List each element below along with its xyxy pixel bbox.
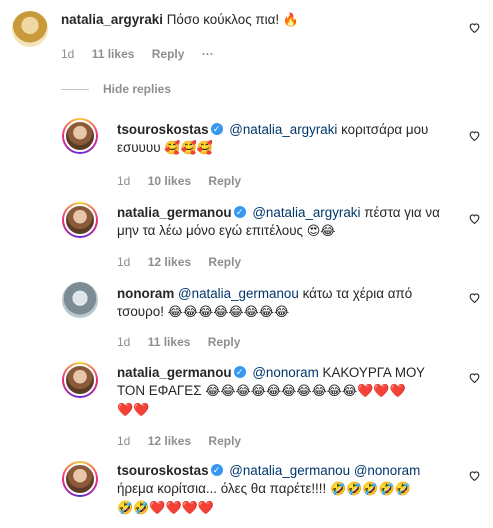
username[interactable]: tsouroskostas (117, 463, 209, 478)
emoji-text: 🤣🤣🤣🤣🤣 (329, 482, 411, 497)
verified-badge-icon: ✓ (233, 366, 246, 379)
username[interactable]: tsouroskostas (117, 122, 209, 137)
comment-text: κοριτσάρα μου (341, 122, 429, 137)
timestamp: 1d (117, 434, 131, 448)
timestamp: 1d (117, 255, 131, 269)
heart-icon[interactable] (468, 129, 481, 142)
avatar[interactable] (62, 202, 98, 238)
comment-text-line2: εσυυυυ (117, 140, 161, 155)
fire-emoji: 🔥 (282, 13, 299, 28)
verified-badge-icon: ✓ (210, 123, 223, 136)
username[interactable]: nonoram (117, 286, 174, 301)
likes-count[interactable]: 12 likes (148, 255, 191, 269)
heart-icon[interactable] (468, 469, 481, 482)
mention-link-2[interactable]: @nonoram (354, 463, 420, 478)
likes-count[interactable]: 12 likes (148, 434, 191, 448)
likes-count[interactable]: 10 likes (148, 174, 191, 188)
emoji-text-line3: ❤️❤️ (117, 403, 150, 418)
reply-button[interactable]: Reply (152, 47, 185, 61)
mention-link[interactable]: @nonoram (252, 365, 318, 380)
comment-text: Πόσο κούκλος πια! (166, 12, 280, 27)
emoji-text-line3: 🤣🤣❤️❤️❤️❤️ (117, 501, 215, 516)
likes-count[interactable]: 11 likes (92, 47, 135, 61)
username[interactable]: natalia_germanou (117, 205, 232, 220)
timestamp: 1d (117, 335, 131, 349)
heart-icon[interactable] (468, 371, 481, 384)
emoji-text: 😂😂😂😂😂😂😂😂😂😂❤️❤️❤️ (205, 384, 406, 399)
avatar[interactable] (62, 282, 98, 318)
reply-button[interactable]: Reply (208, 174, 241, 188)
emoji-text: 😍😂 (306, 224, 336, 239)
heart-icon[interactable] (468, 21, 481, 34)
mention-link[interactable]: @natalia_germanou (178, 286, 299, 301)
comment-text: ΚΑΚΟΥΡΓΑ ΜΟΥ (322, 365, 425, 380)
username[interactable]: natalia_argyraki (61, 12, 163, 27)
reply-button[interactable]: Reply (208, 335, 241, 349)
verified-badge-icon: ✓ (210, 464, 223, 477)
username[interactable]: natalia_germanou (117, 365, 232, 380)
comment-text-line2: ήρεμα κορίτσια... όλες θα παρέτε!!!! (117, 481, 327, 496)
heart-icon[interactable] (468, 212, 481, 225)
avatar[interactable] (12, 11, 48, 47)
mention-link[interactable]: @natalia_germanou (229, 463, 350, 478)
timestamp: 1d (117, 174, 131, 188)
likes-count[interactable]: 11 likes (148, 335, 191, 349)
avatar[interactable] (62, 118, 98, 154)
hide-replies-button[interactable]: Hide replies (61, 82, 171, 96)
mention-link[interactable]: @natalia_argyraki (229, 122, 337, 137)
avatar[interactable] (62, 362, 98, 398)
timestamp: 1d (61, 47, 75, 61)
mention-link[interactable]: @natalia_argyraki (252, 205, 360, 220)
heart-icon[interactable] (468, 291, 481, 304)
divider-line (61, 89, 89, 91)
verified-badge-icon: ✓ (233, 206, 246, 219)
comment-text-line2: ΤΟΝ ΕΦΑΓΕΣ (117, 383, 202, 398)
reply-button[interactable]: Reply (208, 434, 241, 448)
comment-text-line2: τσουρο! (117, 304, 164, 319)
comment-text: κάτω τα χέρια από (302, 286, 413, 301)
emoji-text: 🥰🥰🥰 (164, 141, 213, 156)
avatar[interactable] (62, 461, 98, 497)
more-options-icon[interactable]: ··· (202, 47, 214, 61)
comment-text-line2: μην τα λέω μόνο εγώ επιτέλους (117, 223, 304, 238)
emoji-text: 😂😂😂😂😂😂😂😂 (167, 305, 290, 320)
comment-text: πέστα για να (364, 205, 440, 220)
reply-button[interactable]: Reply (208, 255, 241, 269)
